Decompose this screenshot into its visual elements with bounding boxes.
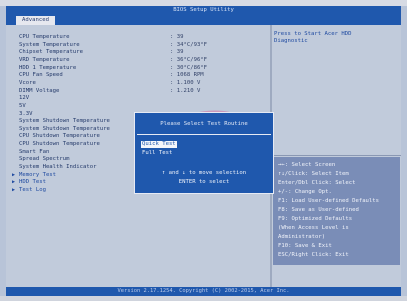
version-footer: Version 2.17.1254. Copyright (C) 2002-20… <box>6 287 401 296</box>
setting-value: : 36°C/96°F <box>170 56 208 63</box>
dialog-divider <box>137 134 271 135</box>
setting-row[interactable]: CPU Temperature : 39 <box>13 34 263 41</box>
help-line: Press to Start Acer HDD <box>274 31 352 37</box>
setting-value: : 34°C/93°F <box>170 41 208 48</box>
setting-row[interactable]: DIMM Voltage : 1.210 V <box>13 88 263 95</box>
setting-label: CPU Shutdown Temperature <box>19 133 100 140</box>
key-access-note: (When Access Level is <box>278 225 349 231</box>
help-text: Press to Start Acer HDD Diagnostic <box>274 31 398 45</box>
option-quick-test[interactable]: Quick Test <box>141 141 177 148</box>
setting-label: VRD Temperature <box>19 56 70 63</box>
key-f8: F8: Save as User-defined <box>278 207 359 213</box>
key-legend: →←: Select Screen ↑↓/Click: Select Item … <box>273 157 400 265</box>
key-access-note-2: Administrator) <box>278 234 326 240</box>
setting-row[interactable]: Vcore : 1.100 V <box>13 80 263 87</box>
setting-label: CPU Temperature <box>19 34 70 40</box>
setting-label: CPU Shutdown Temperature <box>19 141 100 148</box>
setting-label: CPU Fan Speed <box>19 72 63 79</box>
submenu-label: HDD Test <box>19 179 46 186</box>
dialog-hint-move: ↑ and ↓ to move selection <box>161 170 247 176</box>
setting-value: : 39 <box>170 49 184 56</box>
setting-label: 3.3V <box>19 110 33 117</box>
setting-label: System Shutdown Temperature <box>19 118 110 125</box>
key-f1: F1: Load User-defined Defaults <box>278 198 380 204</box>
setting-label: System Shutdown Temperature <box>19 125 110 132</box>
setting-value: : 39 <box>170 34 184 40</box>
monitor-bezel-bottom <box>0 296 407 301</box>
setting-label: 12V <box>19 95 30 102</box>
setting-label: DIMM Voltage <box>19 87 60 94</box>
dialog-title: Please Select Test Routine <box>160 121 248 127</box>
setting-label: HDD 1 Temperature <box>19 64 77 71</box>
help-separator <box>272 155 401 156</box>
dialog-hint-enter: ENTER to select <box>178 179 230 185</box>
setting-row[interactable]: HDD 1 Temperature : 30°C/86°F <box>13 65 263 72</box>
submenu-arrow-icon: ▶ <box>12 179 16 186</box>
setting-label: System Temperature <box>19 41 80 48</box>
key-f10: F10: Save & Exit <box>278 243 332 249</box>
test-routine-dialog: Please Select Test Routine Quick Test Fu… <box>134 112 274 194</box>
setting-row[interactable]: 12V <box>13 95 263 102</box>
setting-value: : 1.210 V <box>170 87 201 94</box>
submenu-arrow-icon: ▶ <box>12 187 16 193</box>
submenu-label: Test Log <box>19 187 46 193</box>
key-select-screen: →←: Select Screen <box>278 162 336 168</box>
submenu-arrow-icon: ▶ <box>12 171 16 178</box>
key-f9: F9: Optimized Defaults <box>278 216 353 222</box>
bios-screen: BIOS Setup Utility Advanced CPU Temperat… <box>0 0 407 301</box>
setting-label: Spread Spectrum <box>19 156 70 163</box>
option-full-test[interactable]: Full Test <box>141 150 173 157</box>
setting-label: System Health Indicator <box>19 164 97 171</box>
setting-label: Chipset Temperature <box>19 49 83 56</box>
setting-value: : 1068 RPM <box>170 72 204 79</box>
setting-label: Smart Fan <box>19 148 50 155</box>
setting-label: Vcore <box>19 79 36 86</box>
submenu-label: Memory Test <box>19 171 57 178</box>
help-line: Diagnostic <box>274 38 308 44</box>
setting-row[interactable]: System Temperature : 34°C/93°F <box>13 42 263 49</box>
setting-value: : 30°C/86°F <box>170 64 208 71</box>
bios-title: BIOS Setup Utility <box>6 6 401 14</box>
tab-advanced[interactable]: Advanced <box>16 16 55 25</box>
key-enter-select: Enter/Dbl Click: Select <box>278 180 356 186</box>
setting-row[interactable]: 5V <box>13 103 263 110</box>
setting-row[interactable]: VRD Temperature : 36°C/96°F <box>13 57 263 64</box>
setting-row[interactable]: CPU Fan Speed : 1068 RPM <box>13 72 263 79</box>
tab-bar: Advanced <box>6 14 401 25</box>
setting-row[interactable]: Chipset Temperature : 39 <box>13 49 263 56</box>
setting-label: 5V <box>19 102 26 109</box>
setting-value: : 1.100 V <box>170 79 201 86</box>
key-change-option: +/-: Change Opt. <box>278 189 332 195</box>
key-select-item: ↑↓/Click: Select Item <box>278 171 349 177</box>
key-esc: ESC/Right Click: Exit <box>278 252 349 258</box>
